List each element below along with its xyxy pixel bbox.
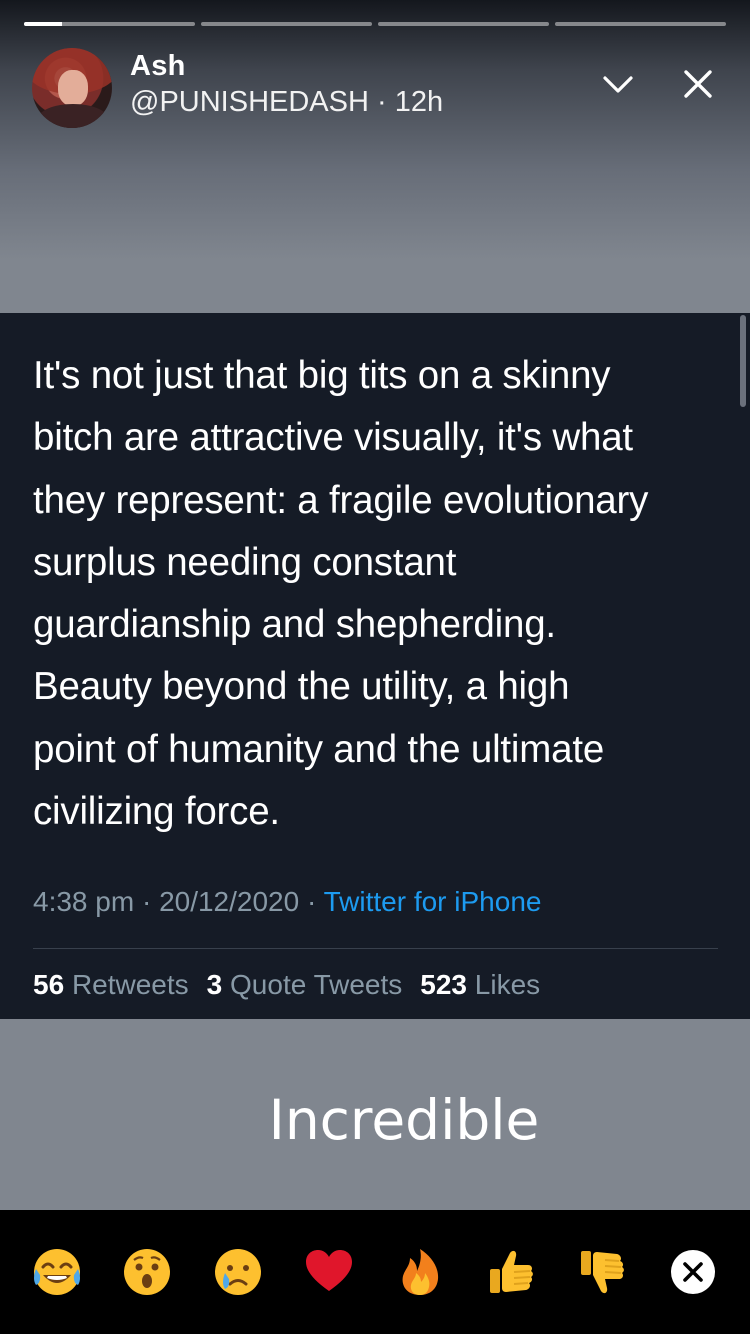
story-header: Ash @PUNISHEDASH · 12h — [32, 46, 722, 130]
tears-of-joy-icon[interactable] — [30, 1245, 84, 1299]
avatar[interactable] — [32, 48, 112, 128]
display-name[interactable]: Ash — [130, 50, 186, 83]
tweet-stats: 56 Retweets 3 Quote Tweets 523 Likes — [33, 969, 540, 1001]
thumbs-down-icon[interactable] — [575, 1245, 629, 1299]
close-icon[interactable] — [680, 66, 716, 102]
separator: · — [134, 886, 160, 917]
divider — [33, 948, 718, 949]
separator: · — [299, 886, 324, 917]
quotes-count: 3 — [206, 969, 223, 1000]
likes-count: 523 — [420, 969, 467, 1000]
astonished-icon[interactable] — [120, 1245, 174, 1299]
reaction-bar — [0, 1210, 750, 1334]
story-progress-bar — [24, 22, 726, 27]
tweet-time: 4:38 pm — [33, 886, 135, 917]
crying-icon[interactable] — [211, 1245, 265, 1299]
fire-icon[interactable] — [393, 1245, 447, 1299]
timestamp: 12h — [394, 86, 444, 118]
progress-segment — [201, 22, 372, 26]
likes-label[interactable]: Likes — [475, 969, 540, 1000]
thumbs-up-icon[interactable] — [484, 1245, 538, 1299]
retweets-count: 56 — [33, 969, 65, 1000]
quotes-label[interactable]: Quote Tweets — [230, 969, 402, 1000]
tweet-line: It's not just that big tits on a skinny — [33, 354, 611, 397]
close-circle-icon[interactable] — [666, 1245, 720, 1299]
chevron-down-icon[interactable] — [600, 66, 636, 102]
handle: @PUNISHEDASH — [130, 86, 369, 118]
story-caption: Incredible — [268, 1088, 540, 1152]
progress-segment — [24, 22, 195, 26]
heart-icon[interactable] — [302, 1245, 356, 1299]
tweet-line: they represent: a fragile evolutionary — [33, 478, 649, 522]
tweet-meta: 4:38 pm · 20/12/2020 · Twitter for iPhon… — [33, 886, 541, 918]
tweet-line: point of humanity and the ultimate — [33, 727, 605, 771]
separator: · — [368, 86, 395, 118]
tweet-card: It's not just that big tits on a skinny … — [0, 313, 750, 1019]
handle-line: @PUNISHEDASH · 12h — [130, 86, 443, 119]
progress-segment — [378, 22, 549, 26]
progress-segment — [555, 22, 726, 26]
tweet-source-link[interactable]: Twitter for iPhone — [324, 886, 542, 917]
tweet-line: guardianship and shepherding. — [33, 603, 556, 647]
tweet-date: 20/12/2020 — [159, 886, 300, 917]
scrollbar[interactable] — [740, 315, 746, 407]
tweet-line: Beauty beyond the utility, a high — [33, 665, 570, 709]
tweet-line: surplus needing constant — [33, 540, 457, 584]
retweets-label[interactable]: Retweets — [72, 969, 189, 1000]
tweet-text: It's not just that big tits on a skinny … — [33, 345, 723, 843]
tweet-line: civilizing force. — [33, 790, 280, 834]
progress-fill — [24, 22, 62, 26]
tweet-line: bitch are attractive visually, it's what — [33, 416, 633, 460]
